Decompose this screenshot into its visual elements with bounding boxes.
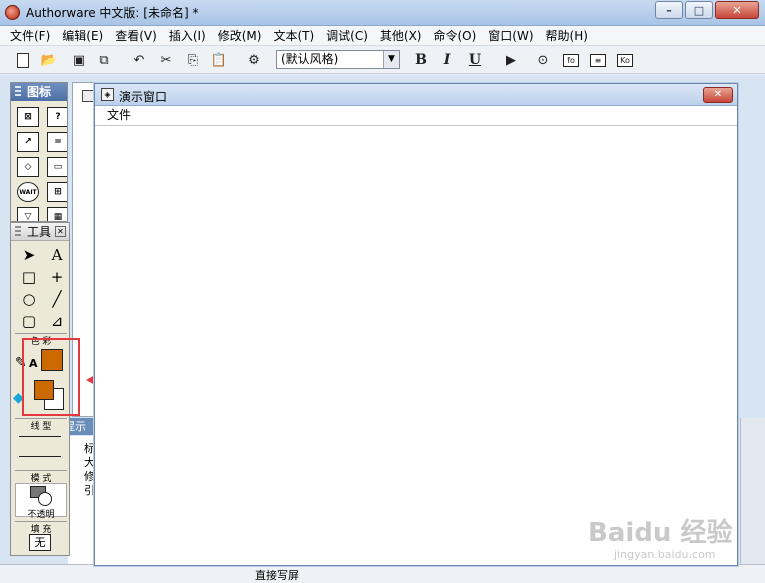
erase-icon[interactable]: ◇: [17, 157, 39, 177]
tools-palette-header[interactable]: 工具 ✕: [11, 223, 69, 241]
display-icon[interactable]: ⊠: [17, 107, 39, 127]
calculation-icon[interactable]: =: [47, 132, 67, 152]
paste-icon[interactable]: 📋: [210, 51, 228, 69]
decision-icon[interactable]: ▽: [17, 207, 39, 221]
mode-value: 不透明: [27, 510, 55, 520]
presentation-close-button[interactable]: ✕: [703, 87, 733, 103]
menu-view[interactable]: 查看(V): [109, 27, 163, 44]
interaction-icon[interactable]: ?: [47, 107, 67, 127]
motion-icon[interactable]: ↗: [17, 132, 39, 152]
wait-icon[interactable]: WAIT: [17, 182, 39, 202]
mode-circle-icon: [38, 492, 52, 506]
design-window-icon: [82, 90, 94, 102]
grip-icon[interactable]: [15, 226, 21, 238]
menu-window[interactable]: 窗口(W): [482, 27, 539, 44]
polygon-tool-icon[interactable]: ⊿: [45, 311, 69, 331]
window-title: Authorware 中文版: [未命名] *: [26, 6, 199, 20]
presentation-window: ◈ 演示窗口 ✕ 文件: [94, 83, 738, 566]
import-icon[interactable]: ⧉: [95, 51, 113, 69]
presentation-menubar: 文件: [95, 106, 737, 126]
style-select-value: (默认风格): [281, 52, 339, 66]
undo-icon[interactable]: ↶: [130, 51, 148, 69]
bold-button[interactable]: B: [412, 51, 430, 69]
close-icon[interactable]: ✕: [55, 226, 66, 237]
watermark-sub: jingyan.baidu.com: [614, 548, 716, 561]
watermark: Baidu 经验: [588, 518, 733, 548]
control-panel-icon[interactable]: ⊙: [534, 51, 552, 69]
underline-button[interactable]: U: [466, 51, 484, 69]
open-file-icon[interactable]: 📂: [40, 51, 58, 69]
close-button[interactable]: ✕: [715, 1, 759, 19]
presentation-canvas[interactable]: [95, 127, 737, 565]
maximize-button[interactable]: □: [685, 1, 713, 19]
menu-insert[interactable]: 插入(I): [163, 27, 212, 44]
icons-palette-title: 图标: [27, 85, 52, 99]
chevron-down-icon[interactable]: ▼: [383, 51, 399, 68]
rounded-rect-tool-icon[interactable]: ▢: [17, 311, 41, 331]
text-tool-icon[interactable]: A: [45, 245, 69, 265]
new-file-icon[interactable]: [14, 51, 32, 69]
app-icon[interactable]: [5, 5, 20, 20]
digital-movie-icon[interactable]: ▦: [47, 207, 67, 221]
icons-palette-header[interactable]: 图标: [11, 83, 67, 101]
line-style-sample[interactable]: [19, 456, 61, 457]
presentation-window-icon: ◈: [101, 88, 114, 101]
menu-modify[interactable]: 修改(M): [212, 27, 268, 44]
mode-box[interactable]: 不透明: [15, 483, 67, 520]
find-icon[interactable]: ⚙: [245, 51, 263, 69]
mode-section-label: 模 式: [15, 470, 67, 484]
grip-icon[interactable]: [15, 86, 21, 98]
menu-other[interactable]: 其他(X): [374, 27, 428, 44]
presentation-window-title: 演示窗口: [119, 90, 168, 104]
diagonal-line-tool-icon[interactable]: ╱: [45, 289, 69, 309]
highlight-box: [22, 338, 80, 416]
menu-edit[interactable]: 编辑(E): [56, 27, 109, 44]
line-tool-icon[interactable]: +: [45, 267, 69, 287]
icons-palette: 图标 ⊠ ? ↗ = ◇ ▭ WAIT ⊞ ▽ ▦: [10, 82, 68, 222]
save-all-icon[interactable]: ▣: [70, 51, 88, 69]
line-section-label: 线 型: [15, 418, 67, 432]
minimize-button[interactable]: –: [655, 1, 683, 19]
menu-bar: 文件(F) 编辑(E) 查看(V) 插入(I) 修改(M) 文本(T) 调试(C…: [0, 26, 765, 46]
rectangle-tool-icon[interactable]: □: [17, 267, 41, 287]
menu-command[interactable]: 命令(O): [427, 27, 482, 44]
style-select[interactable]: (默认风格) ▼: [276, 50, 400, 69]
restart-icon[interactable]: ▶: [502, 51, 520, 69]
title-bar: Authorware 中文版: [未命名] * – □ ✕: [0, 0, 765, 26]
ellipse-tool-icon[interactable]: ○: [17, 289, 41, 309]
framework-icon[interactable]: ⊞: [47, 182, 67, 202]
status-bar: 直接写屏: [0, 564, 765, 583]
functions-icon[interactable]: fo: [562, 51, 580, 69]
toolbar: 📂 ▣ ⧉ ↶ ✂ ⎘ 📋 ⚙ (默认风格) ▼ B I U ▶ ⊙ fo ≡ …: [0, 46, 765, 74]
menu-text[interactable]: 文本(T): [267, 27, 320, 44]
cut-icon[interactable]: ✂: [157, 51, 175, 69]
right-panel: [740, 418, 765, 568]
status-text: 直接写屏: [255, 569, 299, 582]
copy-icon[interactable]: ⎘: [184, 51, 202, 69]
fill-section-label: 填 充: [15, 521, 67, 535]
navigate-icon[interactable]: ▭: [47, 157, 67, 177]
menu-debug[interactable]: 调试(C): [320, 27, 374, 44]
menu-help[interactable]: 帮助(H): [540, 27, 594, 44]
italic-button[interactable]: I: [438, 51, 456, 69]
presentation-menu-file[interactable]: 文件: [107, 108, 131, 122]
presentation-window-titlebar[interactable]: ◈ 演示窗口 ✕: [95, 84, 737, 106]
tools-palette-title: 工具: [27, 225, 52, 239]
knowledge-objects-icon[interactable]: Ko: [616, 51, 634, 69]
menu-file[interactable]: 文件(F): [4, 27, 56, 44]
line-style-sample[interactable]: [19, 436, 61, 437]
variables-icon[interactable]: ≡: [589, 51, 607, 69]
pointer-tool-icon[interactable]: ➤: [17, 245, 41, 265]
window-controls: – □ ✕: [655, 1, 759, 19]
fill-value-button[interactable]: 无: [29, 534, 51, 551]
